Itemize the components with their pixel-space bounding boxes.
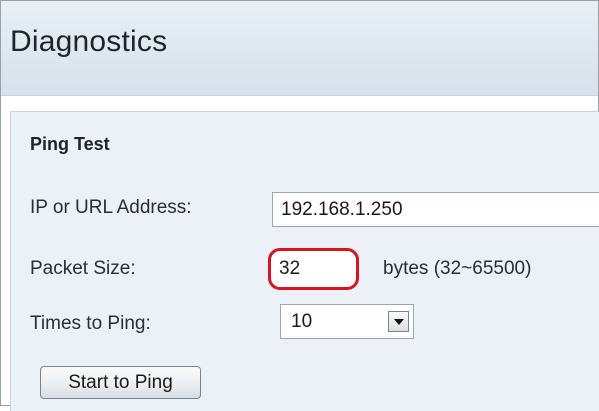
ip-address-input[interactable] bbox=[272, 192, 599, 227]
packet-size-unit: bytes (32~65500) bbox=[383, 258, 532, 279]
dropdown-button[interactable] bbox=[388, 311, 409, 332]
ip-address-label: IP or URL Address: bbox=[30, 197, 192, 218]
chevron-down-icon bbox=[394, 319, 404, 325]
page-title: Diagnostics bbox=[10, 25, 168, 58]
highlight-ring bbox=[268, 248, 359, 290]
packet-size-input[interactable] bbox=[277, 255, 349, 283]
section-title: Ping Test bbox=[30, 134, 110, 154]
start-to-ping-button[interactable]: Start to Ping bbox=[40, 366, 201, 399]
times-to-ping-select[interactable]: 10 bbox=[280, 304, 414, 339]
page-header: Diagnostics bbox=[1, 1, 598, 96]
times-to-ping-value: 10 bbox=[291, 311, 313, 332]
packet-size-label: Packet Size: bbox=[30, 258, 136, 279]
times-to-ping-label: Times to Ping: bbox=[30, 313, 151, 334]
